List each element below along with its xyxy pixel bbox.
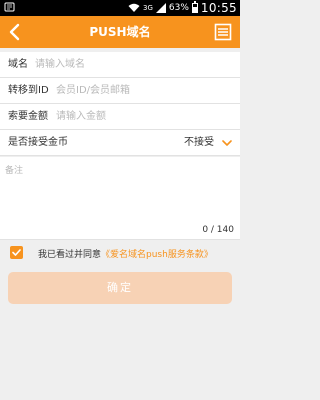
transfer-to-label: 转移到ID (8, 85, 49, 96)
accept-coins-row[interactable]: 是否接受金币 不接受 (0, 130, 240, 156)
signal-icon (155, 3, 166, 13)
accept-coins-label: 是否接受金币 (8, 137, 68, 148)
transfer-to-row: 转移到ID 会员ID/会员邮箱 (0, 78, 240, 104)
agree-checkbox[interactable] (10, 246, 23, 259)
check-icon (12, 249, 21, 256)
chevron-down-icon[interactable] (222, 139, 232, 147)
notification-icon (4, 2, 15, 12)
transfer-to-input[interactable]: 会员ID/会员邮箱 (56, 78, 130, 104)
amount-input[interactable]: 请输入金额 (56, 104, 106, 130)
character-counter: 0 / 140 (202, 225, 234, 235)
wifi-icon (128, 3, 140, 12)
terms-link[interactable]: 《爱名域名push服务条款》 (101, 250, 213, 260)
amount-label: 索要金额 (8, 111, 48, 122)
remark-placeholder: 备注 (5, 166, 24, 176)
domain-label: 域名 (8, 59, 28, 70)
agreement-prefix: 我已看过并同意 (38, 250, 102, 260)
status-bar: 3G 63% 10:55 (0, 0, 240, 16)
confirm-button[interactable]: 确定 (8, 272, 232, 304)
network-type: 3G (143, 3, 153, 12)
agreement-text: 我已看过并同意《爱名域名push服务条款》 (38, 247, 213, 260)
domain-row: 域名 请输入域名 (0, 52, 240, 78)
accept-coins-select[interactable]: 不接受 (184, 130, 214, 156)
battery-percent: 63% (168, 3, 189, 13)
amount-row: 索要金额 请输入金额 (0, 104, 240, 130)
clock: 10:55 (200, 1, 237, 15)
page-title: PUSH域名 (89, 25, 151, 39)
domain-input[interactable]: 请输入域名 (35, 52, 85, 78)
battery-icon (191, 1, 198, 13)
remark-textarea[interactable]: 备注 0 / 140 (0, 157, 240, 240)
app-header: PUSH域名 (0, 16, 240, 48)
menu-list-icon[interactable] (214, 23, 232, 41)
agreement-row: 我已看过并同意《爱名域名push服务条款》 (0, 244, 240, 264)
